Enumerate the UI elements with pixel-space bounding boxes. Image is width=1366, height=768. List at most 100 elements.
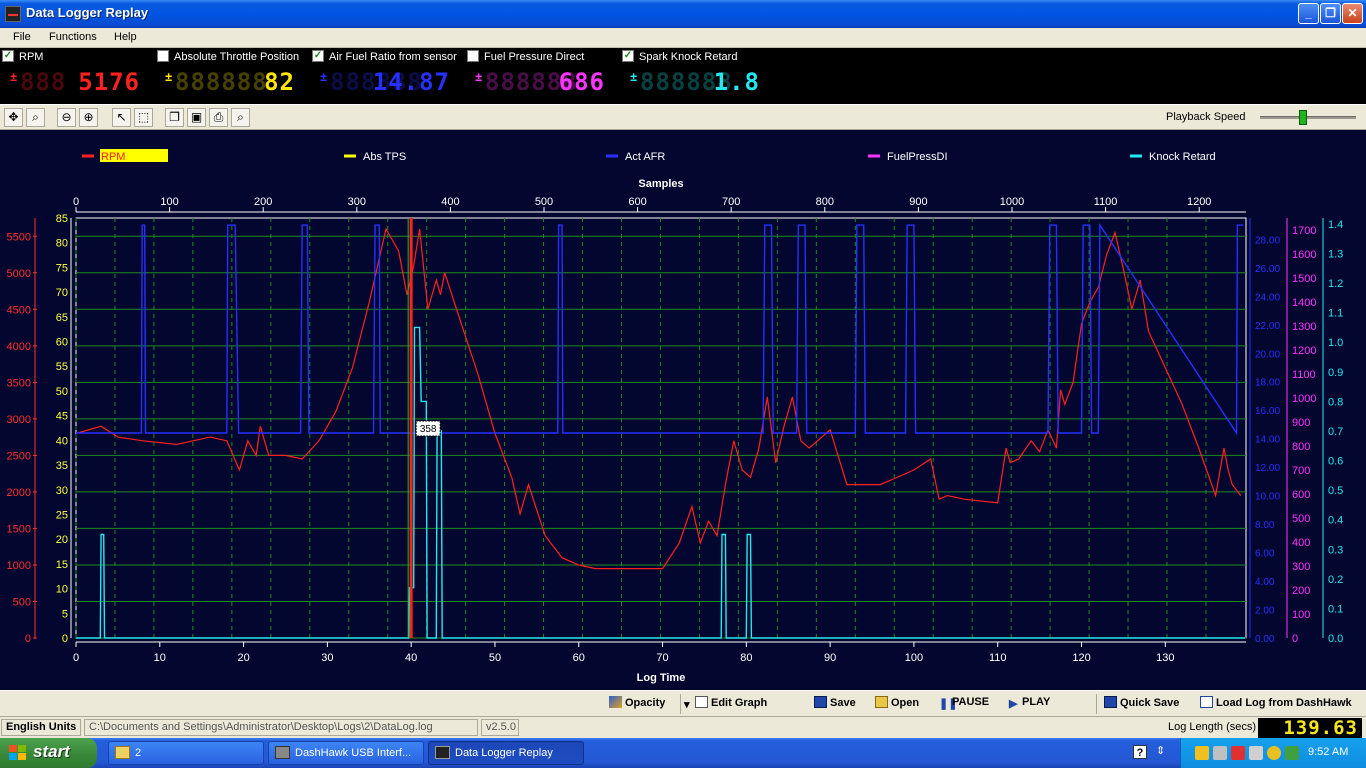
- gauge-value: 686: [558, 68, 605, 96]
- separator: [680, 694, 681, 714]
- playback-speed-label: Playback Speed: [1166, 111, 1246, 123]
- data-graph[interactable]: RPM Abs TPS Act AFR FuelPressDI Knock Retard…: [0, 130, 1366, 690]
- knock-tick-label: 0.2: [1328, 574, 1343, 586]
- afr-tick-label: 10.00: [1255, 492, 1280, 503]
- save-icon[interactable]: ▣: [187, 108, 206, 127]
- legend-label: Knock Retard: [1149, 151, 1216, 163]
- maximize-button[interactable]: ❐: [1320, 3, 1341, 24]
- floppy-icon: [1104, 696, 1117, 708]
- menu-help[interactable]: Help: [114, 31, 137, 43]
- knock-tick-label: 0.9: [1328, 367, 1343, 379]
- close-button[interactable]: ✕: [1342, 3, 1363, 24]
- select-icon[interactable]: ⬚: [134, 108, 153, 127]
- windows-logo-icon: [9, 745, 26, 760]
- task-dashhawk[interactable]: DashHawk USB Interf...: [268, 741, 424, 765]
- network-icon[interactable]: [1213, 746, 1227, 760]
- top-tick-label: 400: [441, 196, 459, 208]
- fuel-tick-label: 1300: [1292, 321, 1316, 333]
- knock-tick-label: 0.6: [1328, 456, 1343, 468]
- menu-functions[interactable]: Functions: [49, 31, 97, 43]
- security-icon[interactable]: [1231, 746, 1245, 760]
- throttle-checkbox[interactable]: [157, 50, 169, 62]
- bottom-tick-label: 50: [489, 652, 501, 664]
- rpm-tick-label: 2000: [7, 487, 31, 499]
- knock-checkbox[interactable]: ✓: [622, 50, 634, 62]
- floppy-icon: [814, 696, 827, 708]
- fuel-tick-label: 200: [1292, 585, 1310, 597]
- playback-speed-track[interactable]: [1260, 116, 1356, 119]
- zoom-in-icon[interactable]: ⊕: [79, 108, 98, 127]
- edit-graph-icon: [695, 696, 708, 708]
- task-label: DashHawk USB Interf...: [295, 747, 412, 759]
- pan-icon[interactable]: ✥: [4, 108, 23, 127]
- open-button[interactable]: Open: [875, 696, 919, 709]
- task-label: 2: [135, 747, 142, 759]
- edit-graph-button[interactable]: ▾ Edit Graph: [684, 696, 767, 711]
- legend-label: RPM: [101, 151, 125, 163]
- task-data-logger[interactable]: Data Logger Replay: [428, 741, 584, 765]
- tps-tick-label: 60: [56, 337, 68, 349]
- tps-tick-label: 55: [56, 361, 68, 373]
- graph-area[interactable]: RPM Abs TPS Act AFR FuelPressDI Knock Retard…: [0, 130, 1366, 690]
- print-icon[interactable]: ⎙: [209, 108, 228, 127]
- afr-tick-label: 14.00: [1255, 435, 1280, 446]
- cursor-label: 358: [420, 424, 437, 435]
- gauge-label: Spark Knock Retard: [639, 51, 738, 63]
- gauge-rpm: ✓ RPM ± 888 5176: [2, 48, 152, 104]
- load-log-button[interactable]: Load Log from DashHawk: [1200, 696, 1352, 709]
- zoom-icon[interactable]: ⌕: [26, 108, 45, 127]
- task-folder[interactable]: 2: [108, 741, 264, 765]
- opacity-icon: [609, 696, 622, 708]
- tps-tick-label: 0: [62, 633, 68, 645]
- copy-icon[interactable]: ❐: [165, 108, 184, 127]
- fuel-tick-label: 700: [1292, 465, 1310, 477]
- vmware-icon[interactable]: [1249, 746, 1263, 760]
- fuel-tick-label: 800: [1292, 441, 1310, 453]
- gauge-afr: ✓ Air Fuel Ratio from sensor ± 888888 14…: [312, 48, 462, 104]
- menu-file[interactable]: File: [13, 31, 31, 43]
- fuel-tick-label: 900: [1292, 417, 1310, 429]
- fuel-pressure-checkbox[interactable]: [467, 50, 479, 62]
- afr-tick-label: 2.00: [1255, 606, 1275, 617]
- help-icon[interactable]: ?: [1133, 745, 1147, 759]
- playback-speed-slider[interactable]: [1299, 110, 1308, 125]
- zoom-out-icon[interactable]: ⊖: [57, 108, 76, 127]
- save-button[interactable]: Save: [814, 696, 856, 709]
- opacity-button[interactable]: Opacity: [609, 696, 665, 709]
- pause-button[interactable]: ❚❚PAUSE: [939, 696, 989, 710]
- log-length-display: 139.63: [1258, 718, 1362, 738]
- afr-tick-label: 24.00: [1255, 292, 1280, 303]
- minimize-button[interactable]: _: [1298, 3, 1319, 24]
- window-title: Data Logger Replay: [26, 5, 149, 20]
- play-button[interactable]: ▶ PLAY: [1009, 696, 1050, 710]
- afr-tick-label: 16.00: [1255, 406, 1280, 417]
- app-window: Data Logger Replay _ ❐ ✕ File Functions …: [0, 0, 1366, 768]
- tray-expand-icon[interactable]: ⇕: [1156, 744, 1165, 757]
- gauge-label: RPM: [19, 51, 44, 63]
- fuel-tick-label: 1100: [1292, 369, 1316, 381]
- legend-label: Act AFR: [625, 151, 665, 163]
- knock-tick-label: 0.3: [1328, 544, 1343, 556]
- tps-tick-label: 30: [56, 485, 68, 497]
- afr-checkbox[interactable]: ✓: [312, 50, 324, 62]
- quick-save-button[interactable]: Quick Save: [1104, 696, 1179, 709]
- top-tick-label: 600: [628, 196, 646, 208]
- rpm-checkbox[interactable]: ✓: [2, 50, 14, 62]
- tps-tick-label: 75: [56, 262, 68, 274]
- quick-save-label: Quick Save: [1120, 697, 1180, 709]
- update-icon[interactable]: [1285, 746, 1299, 760]
- folder-icon: [875, 696, 888, 708]
- afr-tick-label: 20.00: [1255, 349, 1280, 360]
- preview-icon[interactable]: ⌕: [231, 108, 250, 127]
- start-button[interactable]: start: [0, 738, 97, 768]
- top-tick-label: 1100: [1094, 196, 1118, 208]
- gauge-fuel-pressure: Fuel Pressure Direct ± 888888 686: [467, 48, 617, 104]
- afr-tick-label: 12.00: [1255, 463, 1280, 474]
- afr-tick-label: 28.00: [1255, 235, 1280, 246]
- pointer-icon[interactable]: ↖: [112, 108, 131, 127]
- gauge-throttle: Absolute Throttle Position ± 888888 82: [157, 48, 307, 104]
- top-tick-label: 300: [348, 196, 366, 208]
- shield-icon[interactable]: [1195, 746, 1209, 760]
- gauge-strip: ✓ RPM ± 888 5176 Absolute Throttle Posit…: [0, 48, 1366, 104]
- clock-sync-icon[interactable]: [1267, 746, 1281, 760]
